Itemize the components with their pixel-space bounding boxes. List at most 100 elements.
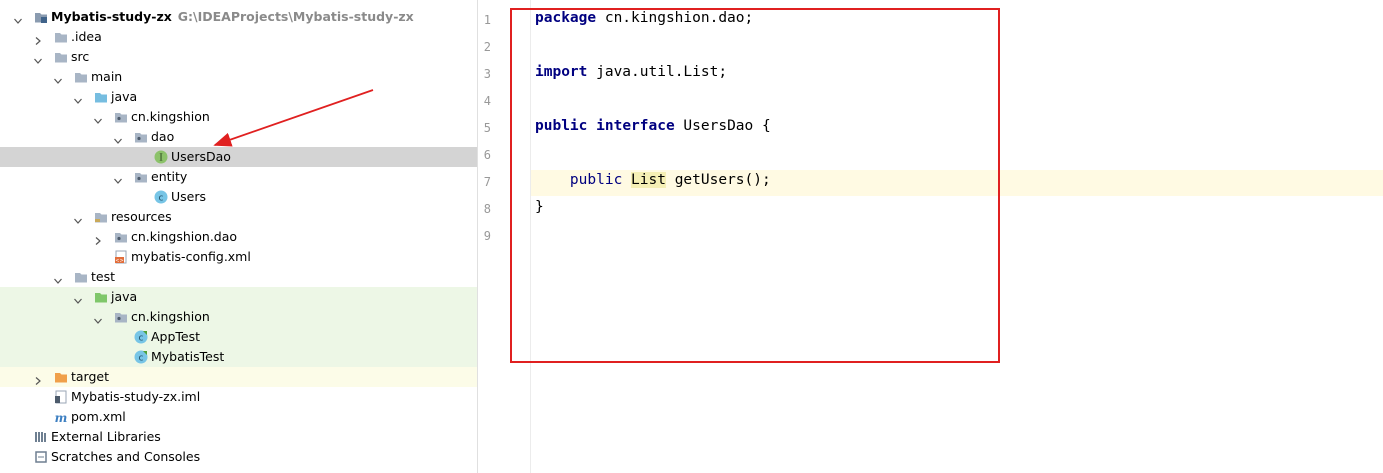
resources-icon	[94, 210, 108, 224]
chevron-down-icon[interactable]	[114, 133, 122, 144]
tree-item-label: Mybatis-study-zx G:\IDEAProjects\Mybatis-…	[51, 9, 414, 24]
chevron-right-icon[interactable]	[34, 373, 42, 385]
chevron-down-icon[interactable]	[74, 93, 82, 104]
line-number: 8	[483, 202, 491, 216]
tree-item-label: java	[111, 89, 138, 104]
tree-item-label: .idea	[71, 29, 102, 44]
tree-item-external-libraries[interactable]: External Libraries	[0, 427, 477, 447]
test-root-icon	[94, 290, 108, 304]
line-number: 5	[483, 121, 491, 135]
libraries-icon	[34, 430, 48, 444]
tree-item-package-kingshion[interactable]: cn.kingshion	[0, 107, 477, 127]
source-root-icon	[94, 90, 108, 104]
iml-icon	[54, 390, 68, 404]
package-icon	[134, 130, 148, 144]
tree-item-label: External Libraries	[51, 429, 161, 444]
line-number: 6	[483, 148, 491, 162]
chevron-right-icon[interactable]	[34, 33, 42, 45]
tree-item-src-folder[interactable]: src	[0, 47, 477, 67]
code-line-5[interactable]: public interface UsersDao {	[535, 118, 771, 134]
svg-text:c: c	[139, 334, 144, 344]
code-editor[interactable]: 1 2 3 4 5 6 7 8 9 package cn.kingshion.dao; impo…	[478, 0, 1383, 473]
keyword-public: public	[535, 118, 588, 134]
chevron-down-icon[interactable]	[14, 13, 22, 24]
tree-item-label: cn.kingshion	[131, 309, 210, 324]
tree-item-idea-folder[interactable]: .idea	[0, 27, 477, 47]
tree-item-label: cn.kingshion.dao	[131, 229, 238, 244]
chevron-down-icon[interactable]	[74, 293, 82, 304]
code-line-1[interactable]: package cn.kingshion.dao;	[535, 10, 753, 26]
svg-text:I: I	[159, 154, 163, 164]
tree-item-label: target	[71, 369, 110, 384]
tree-item-resources-folder[interactable]: resources	[0, 207, 477, 227]
code-line-8[interactable]: }	[535, 199, 544, 215]
line-number-gutter: 1 2 3 4 5 6 7 8 9	[478, 0, 531, 473]
maven-icon: m	[54, 410, 68, 425]
tree-item-file-mybatis-config[interactable]: <> mybatis-config.xml	[0, 247, 477, 267]
keyword-import: import	[535, 64, 588, 80]
test-class-icon: c	[134, 330, 148, 344]
project-path: G:\IDEAProjects\Mybatis-study-zx	[177, 9, 414, 24]
xml-icon: <>	[114, 250, 128, 264]
tree-item-file-mybatistest[interactable]: c MybatisTest	[0, 347, 477, 367]
tree-item-label: AppTest	[151, 329, 201, 344]
package-name: cn.kingshion.dao;	[596, 10, 754, 26]
tree-item-java-folder[interactable]: java	[0, 87, 477, 107]
tree-item-label: Users	[171, 189, 207, 204]
tree-item-main-folder[interactable]: main	[0, 67, 477, 87]
tree-item-package-entity[interactable]: entity	[0, 167, 477, 187]
tree-item-target-folder[interactable]: target	[0, 367, 477, 387]
tree-item-test-folder[interactable]: test	[0, 267, 477, 287]
package-icon	[114, 310, 128, 324]
tree-item-file-pom[interactable]: m pom.xml	[0, 407, 477, 427]
tree-item-package-dao[interactable]: dao	[0, 127, 477, 147]
tree-item-project-root[interactable]: Mybatis-study-zx G:\IDEAProjects\Mybatis-…	[0, 7, 477, 27]
svg-text:c: c	[159, 194, 164, 204]
scratches-icon	[34, 450, 48, 464]
keyword-public-method: public	[569, 172, 623, 188]
closing-brace: }	[535, 199, 544, 215]
line-number: 4	[483, 94, 491, 108]
interface-declaration: UsersDao {	[674, 118, 771, 134]
tree-item-file-apptest[interactable]: c AppTest	[0, 327, 477, 347]
line-number: 9	[483, 229, 491, 243]
tree-item-label: UsersDao	[171, 149, 231, 164]
tree-item-label: MybatisTest	[151, 349, 225, 364]
tree-item-file-usersdao[interactable]: I UsersDao	[0, 147, 477, 167]
line-number: 7	[483, 175, 491, 189]
line-number: 3	[483, 67, 491, 81]
tree-item-label: java	[111, 289, 138, 304]
tree-item-label: entity	[151, 169, 188, 184]
import-name: java.util.List;	[587, 64, 728, 80]
chevron-down-icon[interactable]	[94, 113, 102, 124]
tree-item-label: cn.kingshion	[131, 109, 210, 124]
chevron-down-icon[interactable]	[54, 73, 62, 84]
tree-item-label: pom.xml	[71, 409, 126, 424]
folder-icon	[74, 70, 88, 84]
chevron-right-icon[interactable]	[94, 233, 102, 245]
folder-icon	[54, 30, 68, 44]
tree-item-scratches-consoles[interactable]: Scratches and Consoles	[0, 447, 477, 467]
tree-item-file-iml[interactable]: Mybatis-study-zx.iml	[0, 387, 477, 407]
project-tree-panel: Mybatis-study-zx G:\IDEAProjects\Mybatis-…	[0, 0, 478, 473]
tree-item-label: src	[71, 49, 90, 64]
tree-item-label: main	[91, 69, 123, 84]
svg-text:m: m	[55, 411, 68, 424]
tree-item-test-java-folder[interactable]: java	[0, 287, 477, 307]
code-line-7[interactable]: public List getUsers();	[535, 172, 771, 188]
line-number: 2	[483, 40, 491, 54]
tree-item-file-users[interactable]: c Users	[0, 187, 477, 207]
chevron-down-icon[interactable]	[94, 313, 102, 324]
package-icon	[114, 230, 128, 244]
tree-item-test-package[interactable]: cn.kingshion	[0, 307, 477, 327]
tree-item-resources-package[interactable]: cn.kingshion.dao	[0, 227, 477, 247]
chevron-down-icon[interactable]	[54, 273, 62, 284]
tree-item-label: Mybatis-study-zx.iml	[71, 389, 201, 404]
code-line-3[interactable]: import java.util.List;	[535, 64, 727, 80]
chevron-down-icon[interactable]	[74, 213, 82, 224]
line-number: 1	[483, 13, 491, 27]
tree-item-label: test	[91, 269, 116, 284]
chevron-down-icon[interactable]	[114, 173, 122, 184]
chevron-down-icon[interactable]	[34, 53, 42, 64]
